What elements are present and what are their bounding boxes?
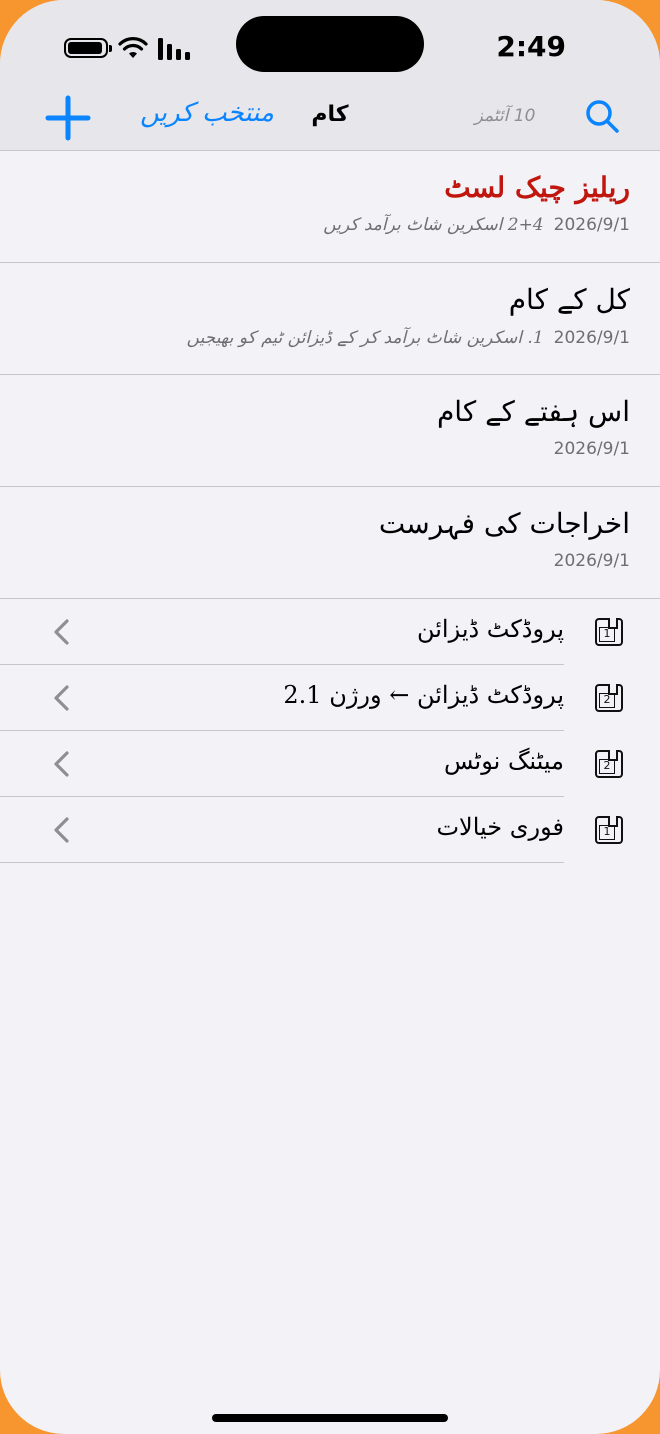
- note-title: اس ہفتے کے کام: [436, 395, 630, 428]
- signal-icon: [158, 38, 190, 60]
- divider: [0, 862, 564, 863]
- note-date: 2026/9/1: [553, 439, 630, 459]
- folder-icon: 1: [595, 816, 623, 844]
- search-icon[interactable]: [584, 98, 620, 134]
- battery-icon: [64, 38, 112, 58]
- wifi-icon: [118, 37, 148, 58]
- plus-icon[interactable]: [44, 94, 92, 142]
- note-title: ریلیز چیک لسٹ: [444, 171, 630, 204]
- note-date: 2026/9/1: [553, 328, 630, 348]
- folder-row[interactable]: 2 میٹنگ نوٹس: [0, 731, 660, 797]
- chevron-left-icon: [54, 685, 69, 711]
- note-meta: 2026/9/1 1. اسکرین شاٹ برآمد کر کے ڈیزائن…: [187, 327, 630, 348]
- top-bar: 2:49 منتخب کریں کام 10 آئٹمز: [0, 0, 660, 151]
- device-frame: 2:49 منتخب کریں کام 10 آئٹمز ریلیز چیک ل…: [0, 0, 660, 1434]
- folder-label: پروڈکٹ ڈیزائن: [416, 615, 564, 643]
- note-row[interactable]: اخراجات کی فہرست 2026/9/1: [0, 487, 660, 599]
- folder-icon: 1: [595, 618, 623, 646]
- folder-row[interactable]: 1 پروڈکٹ ڈیزائن: [0, 599, 660, 665]
- select-button[interactable]: منتخب کریں: [140, 98, 274, 128]
- note-row[interactable]: اس ہفتے کے کام 2026/9/1: [0, 375, 660, 487]
- item-count: 10 آئٹمز: [474, 106, 536, 126]
- note-meta: 2026/9/1: [554, 439, 630, 459]
- folder-label: فوری خیالات: [436, 813, 564, 841]
- notes-list: ریلیز چیک لسٹ 2026/9/1 2+4 اسکرین شاٹ برآ…: [0, 151, 660, 599]
- dynamic-island: [236, 16, 424, 72]
- navigation-bar: منتخب کریں کام 10 آئٹمز: [0, 86, 660, 150]
- folder-label: پروڈکٹ ڈیزائن ← ورژن 2.1: [283, 681, 564, 709]
- note-meta: 2026/9/1: [554, 551, 630, 571]
- note-date: 2026/9/1: [553, 215, 630, 235]
- chevron-left-icon: [54, 619, 69, 645]
- screen: 2:49 منتخب کریں کام 10 آئٹمز ریلیز چیک ل…: [0, 0, 660, 1434]
- status-time: 2:49: [496, 30, 566, 63]
- folder-label: میٹنگ نوٹس: [443, 747, 564, 775]
- chevron-left-icon: [54, 817, 69, 843]
- note-title: اخراجات کی فہرست: [378, 507, 630, 540]
- chevron-left-icon: [54, 751, 69, 777]
- folder-icon: 2: [595, 750, 623, 778]
- folder-row[interactable]: 2 پروڈکٹ ڈیزائن ← ورژن 2.1: [0, 665, 660, 731]
- folder-icon: 2: [595, 684, 623, 712]
- folder-list: 1 پروڈکٹ ڈیزائن 2 پروڈکٹ ڈیزائن ← ورژن 2…: [0, 599, 660, 863]
- folder-row[interactable]: 1 فوری خیالات: [0, 797, 660, 863]
- note-date: 2026/9/1: [553, 551, 630, 571]
- home-indicator[interactable]: [212, 1414, 448, 1422]
- note-meta: 2026/9/1 2+4 اسکرین شاٹ برآمد کریں: [323, 215, 630, 235]
- note-row[interactable]: ریلیز چیک لسٹ 2026/9/1 2+4 اسکرین شاٹ برآ…: [0, 151, 660, 263]
- note-preview: 2+4 اسکرین شاٹ برآمد کریں: [323, 215, 544, 235]
- note-preview: 1. اسکرین شاٹ برآمد کر کے ڈیزائن ٹیم کو …: [186, 328, 544, 348]
- note-row[interactable]: کل کے کام 2026/9/1 1. اسکرین شاٹ برآمد کر…: [0, 263, 660, 375]
- note-title: کل کے کام: [508, 283, 630, 316]
- page-title: کام: [311, 102, 349, 127]
